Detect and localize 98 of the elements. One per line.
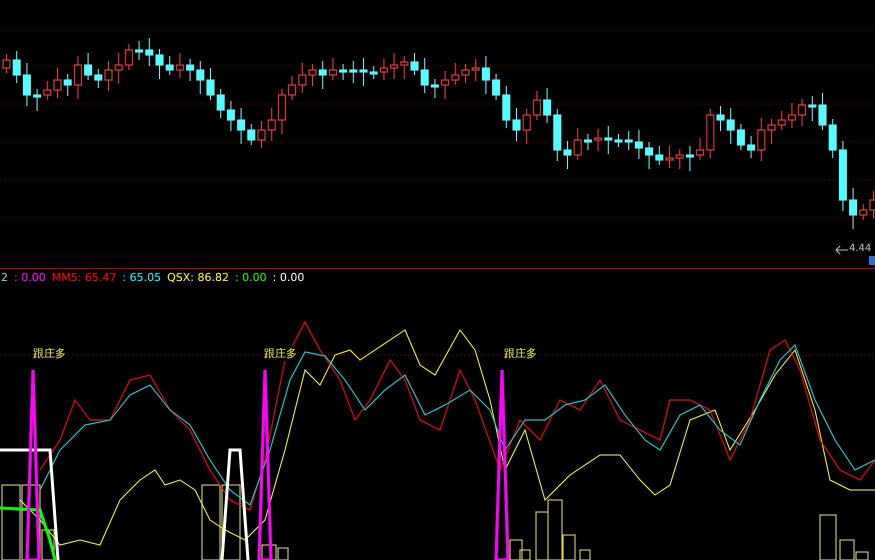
candlestick [522, 108, 531, 144]
candlestick [441, 70, 450, 100]
candlestick [12, 50, 21, 84]
candlestick [808, 96, 816, 122]
candlestick [278, 88, 286, 134]
candlestick [22, 62, 31, 106]
candlestick [114, 52, 123, 84]
candlestick [655, 146, 664, 166]
candlestick [2, 54, 10, 74]
candlestick [634, 130, 643, 160]
candlestick [574, 128, 582, 160]
candlestick [298, 62, 306, 94]
candlestick [726, 108, 735, 144]
candlestick [838, 140, 847, 212]
candlestick [216, 88, 225, 118]
candlestick [43, 80, 52, 100]
candlestick [370, 66, 378, 80]
candlestick [512, 108, 520, 142]
candlestick [482, 56, 490, 94]
candlestick [543, 88, 552, 124]
candlestick [768, 118, 776, 144]
candlestick [258, 120, 266, 148]
candlestick [828, 118, 837, 158]
candlestick [318, 60, 327, 90]
candlestick [502, 86, 510, 128]
indicator-value: : 0.00 [14, 270, 46, 286]
candlestick [135, 40, 144, 60]
candlestick [818, 92, 826, 130]
candlestick [462, 64, 470, 84]
candlestick [54, 68, 62, 98]
candlestick [716, 106, 724, 132]
candlestick [736, 124, 745, 150]
candlestick [604, 126, 612, 154]
candlestick [594, 128, 602, 152]
candlestick [390, 52, 398, 80]
candlestick [64, 74, 72, 96]
candlestick [451, 62, 460, 86]
signal-label: 跟庄多 [33, 346, 66, 361]
candlestick [666, 146, 674, 168]
candlestick [104, 60, 112, 92]
candlestick [226, 100, 235, 132]
candlestick [176, 52, 184, 78]
candlestick [696, 138, 704, 160]
candlestick [268, 108, 276, 142]
candlestick [430, 78, 439, 98]
signal-label: 跟庄多 [504, 346, 537, 361]
candlestick [645, 142, 654, 170]
indicator-value: : 0.00 [272, 270, 304, 286]
candlestick [339, 64, 348, 80]
candlestick [145, 38, 154, 66]
signal-label: 跟庄多 [264, 346, 297, 361]
candlestick [247, 124, 256, 146]
candlestick [553, 108, 562, 162]
candlestick [94, 68, 102, 88]
candlestick [156, 48, 164, 80]
candlestick [206, 68, 214, 100]
candlestick [492, 74, 500, 100]
low-price-label: 4.44 [849, 243, 872, 254]
candlestick [237, 108, 246, 144]
indicator-value: 2 [1, 270, 8, 286]
candlestick [308, 64, 316, 86]
candlestick [420, 58, 429, 94]
candlestick [859, 204, 868, 220]
candlestick [472, 58, 480, 82]
candlestick [328, 58, 337, 80]
candlestick [788, 102, 796, 128]
candlestick [196, 60, 204, 94]
corner-icon[interactable] [869, 256, 875, 265]
candlestick [33, 88, 42, 112]
indicator-value: : 65.05 [122, 270, 162, 286]
candlestick [624, 130, 633, 150]
candlestick [676, 148, 684, 170]
arrow-icon [835, 246, 848, 254]
candlestick [349, 60, 358, 84]
indicator-value: QSX: 86.82 [167, 270, 229, 286]
candlestick [124, 44, 133, 70]
candlestick [166, 56, 174, 76]
candlestick [614, 134, 622, 148]
candlestick [74, 56, 82, 100]
candlestick [584, 134, 592, 150]
candlestick [778, 110, 786, 130]
candlestick [706, 108, 714, 158]
candlestick [798, 98, 806, 126]
candlestick [288, 76, 296, 100]
candlestick [186, 58, 194, 82]
candlestick [686, 146, 694, 172]
candlestick [747, 136, 756, 158]
candlestick [380, 58, 388, 80]
candlestick [410, 52, 418, 76]
candlestick [360, 58, 368, 86]
indicator-value: MM5: 65.47 [52, 270, 116, 286]
candlestick [400, 56, 408, 80]
candlestick [757, 118, 766, 162]
indicator-value: : 0.00 [234, 270, 267, 286]
candlestick [84, 52, 92, 80]
candlestick [532, 90, 541, 120]
candlestick [564, 140, 572, 170]
candlestick [849, 188, 858, 230]
